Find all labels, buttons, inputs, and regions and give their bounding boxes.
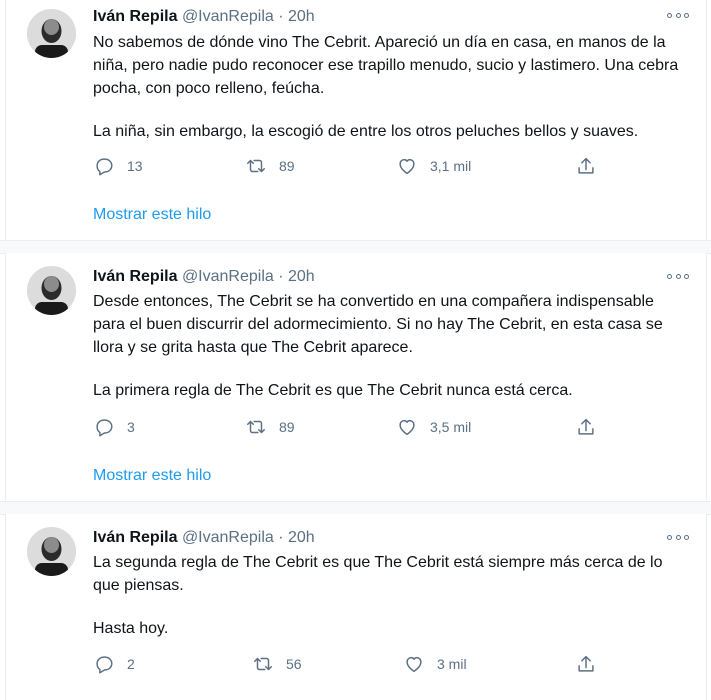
tweet-paragraph: La segunda regla de The Cebrit es que Th… [93, 554, 663, 594]
share-icon [578, 418, 594, 435]
more-horizontal-icon[interactable] [667, 270, 689, 282]
more-horizontal-icon[interactable] [667, 9, 689, 21]
reply-button[interactable]: 13 [93, 155, 143, 177]
tweet-paragraph: Desde entonces, The Cebrit se ha convert… [93, 293, 663, 356]
tweet-time[interactable]: · 20h [278, 8, 314, 25]
tweet-paragraph: No sabemos de dónde vino The Cebrit. Apa… [93, 34, 679, 97]
author-handle[interactable]: @IvanRepila [182, 8, 274, 25]
heart-icon [399, 158, 415, 175]
avatar[interactable] [27, 527, 76, 576]
author-name[interactable]: Iván Repila [93, 529, 177, 546]
like-button[interactable]: 3,1 mil [396, 155, 471, 177]
show-thread-link[interactable]: Mostrar este hilo [93, 205, 211, 225]
avatar[interactable] [27, 266, 76, 315]
like-button[interactable]: 3,5 mil [396, 416, 471, 438]
more-horizontal-icon[interactable] [667, 531, 689, 543]
tweet-time[interactable]: · 20h [278, 529, 314, 546]
retweet-count: 56 [286, 656, 302, 672]
reply-icon [96, 158, 113, 176]
retweet-icon [247, 159, 265, 173]
retweet-count: 89 [279, 158, 295, 174]
heart-icon [406, 656, 422, 673]
tweet-header: Iván Repila @IvanRepila · 20h [93, 267, 315, 287]
tweet-paragraph: Hasta hoy. [93, 620, 169, 637]
reply-icon [96, 656, 113, 674]
reply-icon [96, 419, 113, 437]
retweet-button[interactable]: 89 [245, 155, 295, 177]
author-handle[interactable]: @IvanRepila [182, 268, 274, 285]
tweet-actions: 13 89 3,1 mil [93, 155, 613, 177]
share-button[interactable] [575, 653, 597, 675]
reply-count: 13 [127, 158, 143, 174]
author-name[interactable]: Iván Repila [93, 268, 177, 285]
retweet-button[interactable]: 56 [252, 653, 302, 675]
reply-button[interactable]: 3 [93, 416, 135, 438]
tweet-2[interactable]: Iván Repila @IvanRepila · 20h Desde ento… [6, 253, 706, 501]
author-handle[interactable]: @IvanRepila [182, 529, 274, 546]
like-count: 3 mil [437, 656, 467, 672]
tweet-text: La segunda regla de The Cebrit es que Th… [93, 551, 688, 640]
tweet-paragraph: La primera regla de The Cebrit es que Th… [93, 382, 573, 399]
author-name[interactable]: Iván Repila [93, 8, 177, 25]
share-button[interactable] [575, 416, 597, 438]
share-icon [578, 157, 594, 174]
tweet-3[interactable]: Iván Repila @IvanRepila · 20h La segunda… [6, 514, 706, 700]
reply-button[interactable]: 2 [93, 653, 135, 675]
like-count: 3,5 mil [430, 419, 472, 435]
retweet-icon [247, 420, 265, 434]
tweet-separator [0, 501, 711, 515]
timeline-border-right [706, 0, 707, 700]
tweet-text: No sabemos de dónde vino The Cebrit. Apa… [93, 31, 688, 143]
reply-count: 2 [127, 656, 135, 672]
share-button[interactable] [575, 155, 597, 177]
reply-count: 3 [127, 419, 135, 435]
tweet-header: Iván Repila @IvanRepila · 20h [93, 528, 315, 548]
tweet-separator [0, 240, 711, 254]
heart-icon [399, 419, 415, 436]
retweet-icon [254, 657, 272, 671]
like-count: 3,1 mil [430, 158, 472, 174]
tweet-actions: 2 56 3 mil [93, 653, 613, 675]
tweet-time[interactable]: · 20h [278, 268, 314, 285]
avatar[interactable] [27, 9, 76, 58]
tweet-text: Desde entonces, The Cebrit se ha convert… [93, 290, 688, 402]
like-button[interactable]: 3 mil [403, 653, 467, 675]
retweet-button[interactable]: 89 [245, 416, 295, 438]
tweet-1[interactable]: Iván Repila @IvanRepila · 20h No sabemos… [6, 0, 706, 240]
tweet-paragraph: La niña, sin embargo, la escogió de entr… [93, 123, 639, 140]
retweet-count: 89 [279, 419, 295, 435]
tweet-header: Iván Repila @IvanRepila · 20h [93, 7, 315, 27]
tweet-actions: 3 89 3,5 mil [93, 416, 613, 438]
share-icon [578, 655, 594, 672]
show-thread-link[interactable]: Mostrar este hilo [93, 466, 211, 486]
